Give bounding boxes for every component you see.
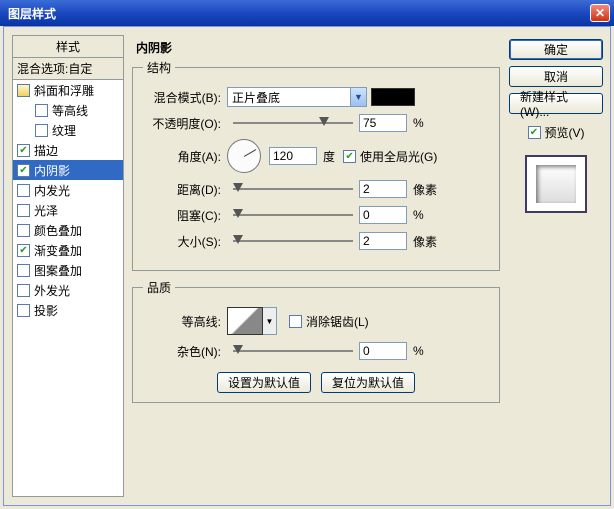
style-row-label: 内发光: [34, 182, 70, 199]
quality-legend: 品质: [143, 279, 175, 296]
style-row-7[interactable]: 颜色叠加: [13, 220, 123, 240]
effect-area: 内阴影 结构 混合模式(B): 正片叠底 ▼ 不透明度(O): 75 % 角度(…: [132, 35, 502, 497]
checkbox-icon[interactable]: [17, 264, 30, 277]
percent-unit: %: [413, 116, 424, 130]
checkbox-icon[interactable]: [35, 104, 48, 117]
size-slider[interactable]: [233, 238, 353, 244]
style-row-8[interactable]: ✔ 渐变叠加: [13, 240, 123, 260]
effect-title: 内阴影: [136, 39, 172, 56]
new-style-button[interactable]: 新建样式(W)...: [509, 93, 603, 114]
checkbox-icon[interactable]: [35, 124, 48, 137]
percent-unit: %: [413, 344, 424, 358]
style-row-label: 图案叠加: [34, 262, 82, 279]
px-unit: 像素: [413, 233, 437, 250]
noise-slider[interactable]: [233, 348, 353, 354]
opacity-input[interactable]: 75: [359, 114, 407, 132]
preview-swatch: [536, 165, 576, 203]
contour-label: 等高线:: [143, 313, 227, 330]
style-row-label: 投影: [34, 302, 58, 319]
window-title: 图层样式: [8, 5, 56, 22]
close-button[interactable]: ✕: [590, 4, 610, 22]
reset-default-button[interactable]: 复位为默认值: [321, 372, 415, 393]
angle-label: 角度(A):: [143, 148, 227, 165]
percent-unit: %: [413, 208, 424, 222]
angle-unit: 度: [323, 148, 335, 165]
right-panel: 确定 取消 新建样式(W)... ✔ 预览(V): [508, 39, 604, 213]
antialias-label: 消除锯齿(L): [306, 313, 369, 330]
close-icon: ✕: [595, 6, 605, 20]
style-row-4[interactable]: ✔ 内阴影: [13, 160, 123, 180]
preview-checkbox[interactable]: ✔ 预览(V): [528, 124, 585, 141]
checkbox-icon[interactable]: [17, 304, 30, 317]
distance-input[interactable]: 2: [359, 180, 407, 198]
checkbox-icon[interactable]: [17, 284, 30, 297]
style-row-label: 渐变叠加: [34, 242, 82, 259]
style-row-label: 描边: [34, 142, 58, 159]
noise-input[interactable]: 0: [359, 342, 407, 360]
style-row-1[interactable]: 等高线: [13, 100, 123, 120]
global-light-checkbox[interactable]: ✔ 使用全局光(G): [343, 148, 437, 165]
quality-group: 品质 等高线: ▼ 消除锯齿(L) 杂色(N): 0 % 设置为默认值 复位为默…: [132, 279, 500, 403]
checkbox-icon[interactable]: [17, 84, 30, 97]
style-row-3[interactable]: ✔ 描边: [13, 140, 123, 160]
style-row-label: 内阴影: [34, 162, 70, 179]
noise-label: 杂色(N):: [143, 343, 227, 360]
checkbox-icon: [289, 315, 302, 328]
chevron-down-icon[interactable]: ▼: [263, 307, 277, 335]
size-input[interactable]: 2: [359, 232, 407, 250]
style-row-label: 等高线: [52, 102, 88, 119]
checkbox-icon[interactable]: ✔: [17, 164, 30, 177]
checkbox-icon[interactable]: [17, 184, 30, 197]
structure-legend: 结构: [143, 59, 175, 76]
size-label: 大小(S):: [143, 233, 227, 250]
style-row-label: 外发光: [34, 282, 70, 299]
blend-options-row[interactable]: 混合选项:自定: [13, 58, 123, 80]
choke-input[interactable]: 0: [359, 206, 407, 224]
chevron-down-icon: ▼: [350, 88, 366, 106]
style-row-label: 纹理: [52, 122, 76, 139]
checkbox-icon[interactable]: ✔: [17, 244, 30, 257]
blend-mode-label: 混合模式(B):: [143, 89, 227, 106]
blend-mode-select[interactable]: 正片叠底 ▼: [227, 87, 367, 107]
style-row-11[interactable]: 投影: [13, 300, 123, 320]
client-area: 样式 混合选项:自定 斜面和浮雕等高线纹理 ✔ 描边 ✔ 内阴影内发光光泽颜色叠加 ✔ 渐变…: [3, 26, 611, 506]
preview-box: [525, 155, 587, 213]
cancel-button[interactable]: 取消: [509, 66, 603, 87]
preview-label: 预览(V): [545, 124, 585, 141]
style-row-9[interactable]: 图案叠加: [13, 260, 123, 280]
angle-dial[interactable]: [227, 139, 261, 173]
opacity-label: 不透明度(O):: [143, 115, 227, 132]
global-light-label: 使用全局光(G): [360, 148, 437, 165]
title-bar: 图层样式 ✕: [0, 0, 614, 26]
distance-slider[interactable]: [233, 186, 353, 192]
styles-header[interactable]: 样式: [13, 36, 123, 58]
style-row-5[interactable]: 内发光: [13, 180, 123, 200]
shadow-color-swatch[interactable]: [371, 88, 415, 106]
structure-group: 结构 混合模式(B): 正片叠底 ▼ 不透明度(O): 75 % 角度(A): …: [132, 59, 500, 271]
ok-button[interactable]: 确定: [509, 39, 603, 60]
make-default-button[interactable]: 设置为默认值: [217, 372, 311, 393]
distance-label: 距离(D):: [143, 181, 227, 198]
checkbox-icon[interactable]: [17, 224, 30, 237]
checkbox-icon[interactable]: [17, 204, 30, 217]
style-row-label: 颜色叠加: [34, 222, 82, 239]
style-row-6[interactable]: 光泽: [13, 200, 123, 220]
opacity-slider[interactable]: [233, 120, 353, 126]
angle-input[interactable]: 120: [269, 147, 317, 165]
style-row-2[interactable]: 纹理: [13, 120, 123, 140]
style-row-0[interactable]: 斜面和浮雕: [13, 80, 123, 100]
px-unit: 像素: [413, 181, 437, 198]
contour-picker[interactable]: [227, 307, 263, 335]
style-row-label: 斜面和浮雕: [34, 82, 94, 99]
styles-panel: 样式 混合选项:自定 斜面和浮雕等高线纹理 ✔ 描边 ✔ 内阴影内发光光泽颜色叠加 ✔ 渐变…: [12, 35, 124, 497]
choke-label: 阻塞(C):: [143, 207, 227, 224]
choke-slider[interactable]: [233, 212, 353, 218]
checkbox-icon: ✔: [528, 126, 541, 139]
checkbox-icon[interactable]: ✔: [17, 144, 30, 157]
style-row-label: 光泽: [34, 202, 58, 219]
antialias-checkbox[interactable]: 消除锯齿(L): [289, 313, 369, 330]
checkbox-icon: ✔: [343, 150, 356, 163]
blend-mode-value: 正片叠底: [232, 89, 280, 106]
style-row-10[interactable]: 外发光: [13, 280, 123, 300]
